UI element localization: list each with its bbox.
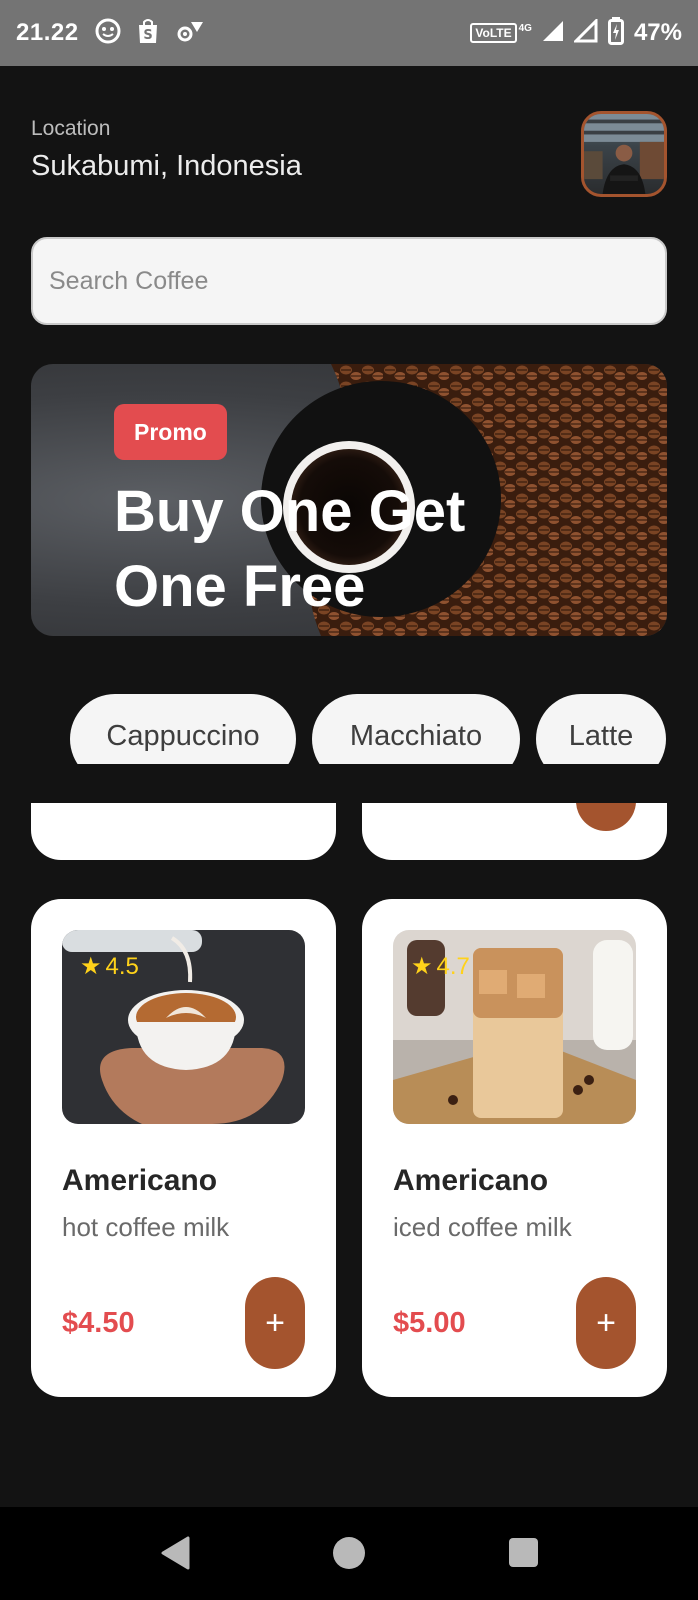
signal-icon xyxy=(572,16,598,48)
settings-icon xyxy=(175,18,205,49)
battery-percent: 47% xyxy=(633,19,682,46)
shop-bag-icon: S xyxy=(135,17,161,50)
category-chip-latte[interactable]: Latte xyxy=(536,694,666,764)
product-card[interactable]: ★ 4.7 Americano iced coffee milk $5.00 + xyxy=(362,899,667,1397)
star-icon: ★ xyxy=(411,953,433,980)
promo-title: Buy One Get One Free xyxy=(114,479,466,619)
location-value[interactable]: Sukabumi, Indonesia xyxy=(31,150,302,183)
svg-text:S: S xyxy=(143,28,152,43)
status-notification-icons: S xyxy=(95,17,205,50)
network-gen: 4G xyxy=(518,22,532,34)
product-grid: ★ 4.5 Americano hot coffee milk $4.50 + xyxy=(0,803,698,1507)
product-image: ★ 4.5 xyxy=(62,930,305,1124)
search-input[interactable] xyxy=(49,266,649,296)
location-label: Location xyxy=(31,117,111,140)
product-price: $5.00 xyxy=(393,1307,466,1339)
system-nav-bar xyxy=(0,1507,698,1600)
promo-badge: Promo xyxy=(114,404,227,460)
star-icon: ★ xyxy=(80,953,102,980)
home-icon[interactable] xyxy=(333,1537,365,1569)
wifi-icon xyxy=(542,20,564,47)
category-chip-macchiato[interactable]: Macchiato xyxy=(312,694,520,764)
recent-apps-icon[interactable] xyxy=(509,1538,538,1567)
product-card[interactable]: ★ 4.5 Americano hot coffee milk $4.50 + xyxy=(31,899,336,1397)
product-name: Americano xyxy=(393,1164,549,1197)
product-card-partial[interactable] xyxy=(31,803,336,860)
face-notification-icon xyxy=(95,18,121,49)
status-time: 21.22 xyxy=(16,19,79,46)
plus-icon: + xyxy=(265,1303,285,1342)
search-bar[interactable] xyxy=(31,237,667,325)
product-description: hot coffee milk xyxy=(62,1212,230,1242)
product-name: Americano xyxy=(62,1164,218,1197)
promo-banner[interactable]: Promo Buy One Get One Free xyxy=(31,364,667,636)
battery-icon xyxy=(607,16,624,50)
add-button-partial[interactable] xyxy=(576,803,636,831)
rating-badge: ★ 4.7 xyxy=(411,952,470,981)
category-tabs: Cappuccino Macchiato Latte xyxy=(0,694,698,764)
rating-badge: ★ 4.5 xyxy=(80,952,139,981)
product-description: iced coffee milk xyxy=(393,1212,572,1242)
volte-icon: VoLTE xyxy=(470,23,517,43)
category-chip-cappuccino[interactable]: Cappuccino xyxy=(70,694,296,764)
plus-icon: + xyxy=(596,1303,616,1342)
add-to-cart-button[interactable]: + xyxy=(245,1277,305,1369)
rating-value: 4.5 xyxy=(105,952,139,980)
avatar[interactable] xyxy=(581,111,667,197)
rating-value: 4.7 xyxy=(436,952,470,980)
back-icon[interactable] xyxy=(160,1536,190,1575)
product-price: $4.50 xyxy=(62,1307,135,1339)
status-bar: 21.22 S VoLTE 4G 47% xyxy=(0,0,698,66)
product-image: ★ 4.7 xyxy=(393,930,636,1124)
product-card-partial[interactable] xyxy=(362,803,667,860)
add-to-cart-button[interactable]: + xyxy=(576,1277,636,1369)
